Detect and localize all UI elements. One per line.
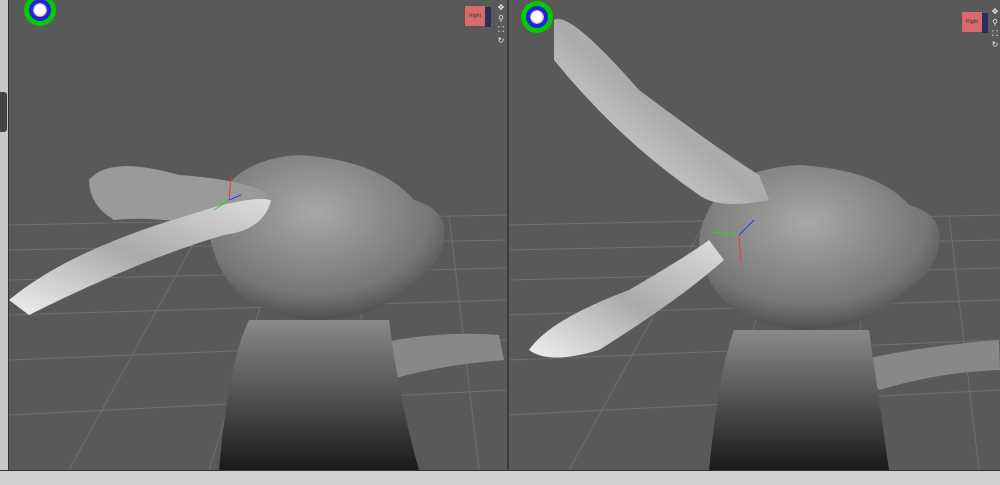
scene-right [509, 18, 1000, 470]
orbit-icon[interactable]: ↻ [990, 41, 1000, 49]
neck [219, 320, 419, 470]
left-toolbar[interactable] [0, 0, 9, 470]
nav-icons: ✥ ⚲ ⛶ ↻ [496, 4, 506, 45]
orbit-icon[interactable]: ↻ [496, 37, 506, 45]
zoom-icon[interactable]: ⚲ [990, 19, 1000, 27]
view-cube[interactable]: Right [464, 5, 491, 27]
neck [709, 330, 889, 470]
toolbar-tab[interactable] [0, 92, 7, 132]
viewport-right[interactable]: Right ✥ ⚲ ⛶ ↻ [509, 0, 1000, 470]
move-icon[interactable]: ✥ [496, 4, 506, 12]
view-cube[interactable]: Right [961, 11, 988, 33]
orientation-orb[interactable] [521, 1, 553, 33]
frame-icon[interactable]: ⛶ [496, 26, 506, 34]
viewport-left[interactable]: Right ✥ ⚲ ⛶ ↻ [9, 0, 507, 470]
move-icon[interactable]: ✥ [990, 8, 1000, 16]
ear-upper [554, 18, 769, 205]
ear-lower [529, 240, 724, 358]
scene-left [9, 155, 507, 470]
frame-icon[interactable]: ⛶ [990, 30, 1000, 38]
arm [859, 340, 1000, 390]
nav-icons: ✥ ⚲ ⛶ ↻ [990, 8, 1000, 49]
status-bar [0, 470, 1000, 485]
head [209, 155, 445, 320]
zoom-icon[interactable]: ⚲ [496, 15, 506, 23]
